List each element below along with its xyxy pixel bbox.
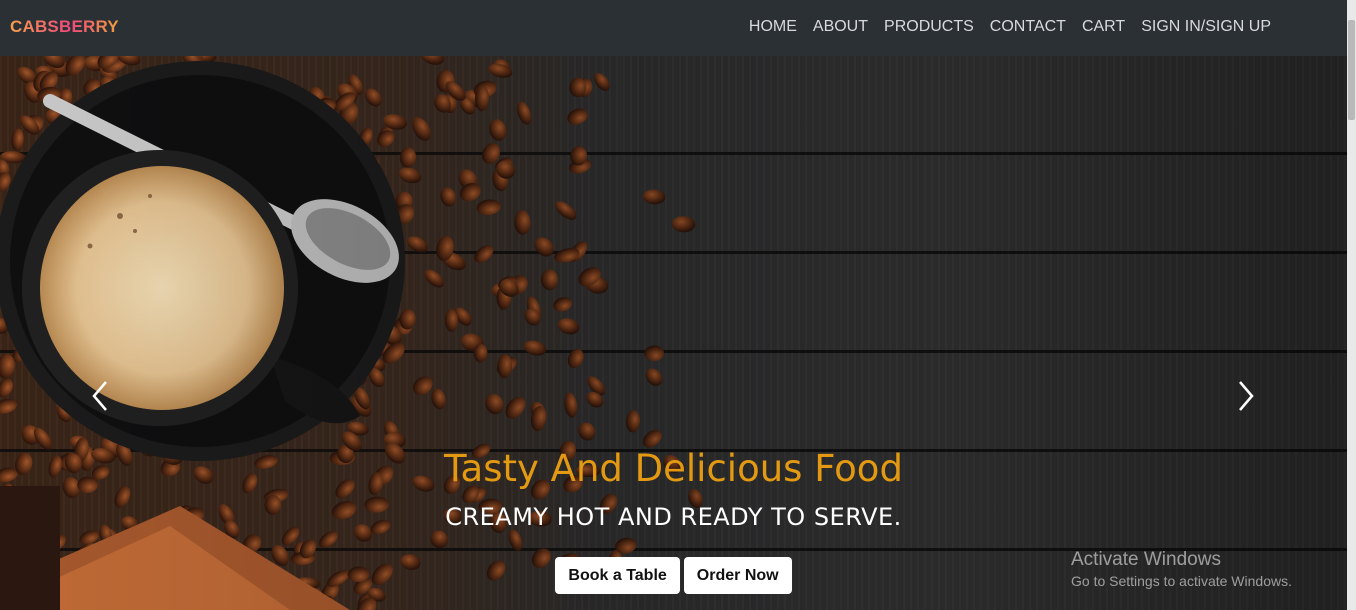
hero-title: Tasty And Delicious Food [444, 447, 903, 490]
activate-windows-watermark: Activate Windows Go to Settings to activ… [1071, 549, 1292, 589]
nav-link-about[interactable]: ABOUT [805, 18, 876, 36]
navbar: CABSBERRY HOME ABOUT PRODUCTS CONTACT CA… [0, 0, 1347, 56]
nav-links: HOME ABOUT PRODUCTS CONTACT CART SIGN IN… [741, 18, 1279, 36]
brand-logo[interactable]: CABSBERRY [10, 17, 119, 37]
nav-link-contact[interactable]: CONTACT [982, 18, 1074, 36]
chevron-right-icon [1239, 381, 1254, 411]
watermark-title: Activate Windows [1071, 549, 1221, 570]
carousel-prev-button[interactable] [88, 376, 112, 416]
carousel-next-button[interactable] [1234, 376, 1258, 416]
order-now-button[interactable]: Order Now [683, 557, 792, 594]
nav-link-products[interactable]: PRODUCTS [876, 18, 982, 36]
hero-subtitle: CREAMY HOT AND READY TO SERVE. [445, 503, 902, 531]
scrollbar-thumb[interactable] [1348, 20, 1355, 120]
book-table-button[interactable]: Book a Table [555, 557, 680, 594]
nav-link-home[interactable]: HOME [741, 18, 805, 36]
watermark-subtitle: Go to Settings to activate Windows. [1071, 573, 1292, 589]
nav-link-signin[interactable]: SIGN IN/SIGN UP [1133, 18, 1279, 36]
nav-link-cart[interactable]: CART [1074, 18, 1133, 36]
page-scrollbar[interactable] [1347, 0, 1356, 610]
hero-carousel: Tasty And Delicious Food CREAMY HOT AND … [0, 56, 1347, 610]
chevron-left-icon [92, 381, 107, 411]
